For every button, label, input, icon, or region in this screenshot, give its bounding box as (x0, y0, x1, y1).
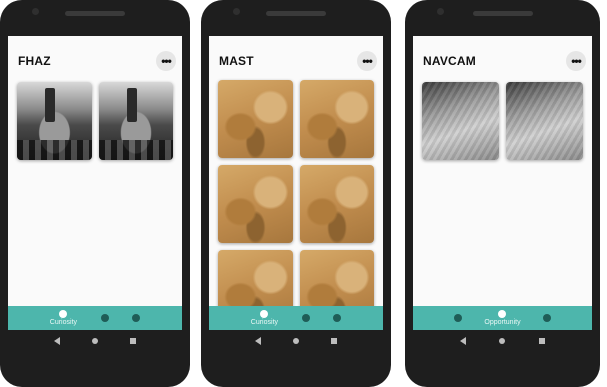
photo-thumbnail[interactable] (218, 80, 293, 158)
nav-item-opportunity[interactable] (100, 314, 109, 322)
page-title: FHAZ (18, 54, 51, 68)
app-screen: NAVCAM ••• Opportunity (413, 36, 592, 330)
rover-icon (100, 314, 109, 322)
page-title: MAST (219, 54, 254, 68)
speaker-grille (266, 11, 326, 16)
rover-icon (59, 310, 68, 318)
nav-item-label: Curiosity (49, 319, 78, 326)
nav-item-curiosity[interactable]: Curiosity (50, 310, 77, 326)
more-options-button[interactable]: ••• (357, 51, 377, 71)
photo-grid (218, 80, 374, 328)
phone-frame-fhaz: FHAZ ••• Curiosity (0, 0, 190, 387)
home-icon[interactable] (293, 338, 299, 344)
photo-thumbnail[interactable] (299, 165, 374, 243)
photo-thumbnail[interactable] (218, 165, 293, 243)
app-header: MAST ••• (219, 50, 377, 72)
home-icon[interactable] (499, 338, 506, 344)
front-camera-icon (437, 8, 444, 15)
photo-grid (422, 82, 583, 160)
recent-apps-icon[interactable] (539, 338, 546, 344)
home-icon[interactable] (92, 338, 98, 344)
recent-apps-icon[interactable] (130, 338, 136, 344)
photo-thumbnail[interactable] (422, 82, 499, 160)
phone-frame-navcam: NAVCAM ••• Opportunity (405, 0, 600, 387)
rover-icon (454, 314, 463, 322)
bottom-navigation: Opportunity (413, 306, 592, 330)
recent-apps-icon[interactable] (331, 338, 337, 344)
front-camera-icon (32, 8, 39, 15)
bottom-navigation: Curiosity (209, 306, 383, 330)
phone-frame-mast: MAST ••• Curiosity (201, 0, 391, 387)
nav-item-spirit[interactable] (542, 314, 551, 322)
more-options-button[interactable]: ••• (566, 51, 586, 71)
system-navigation-bar (413, 330, 592, 352)
rover-icon (542, 314, 551, 322)
nav-item-spirit[interactable] (333, 314, 342, 322)
photo-thumbnail[interactable] (299, 80, 374, 158)
nav-item-opportunity[interactable]: Opportunity (484, 310, 521, 326)
back-icon[interactable] (54, 337, 60, 345)
photo-grid (17, 82, 173, 160)
bottom-navigation: Curiosity (8, 306, 182, 330)
rover-icon (260, 310, 269, 318)
rover-icon (301, 314, 310, 322)
speaker-grille (65, 11, 125, 16)
nav-item-curiosity[interactable] (454, 314, 463, 322)
photo-thumbnail[interactable] (98, 82, 173, 160)
nav-item-opportunity[interactable] (301, 314, 310, 322)
front-camera-icon (233, 8, 240, 15)
nav-item-label: Curiosity (250, 319, 279, 326)
app-header: FHAZ ••• (18, 50, 176, 72)
nav-item-spirit[interactable] (132, 314, 141, 322)
rover-icon (333, 314, 342, 322)
app-screen: FHAZ ••• Curiosity (8, 36, 182, 330)
back-icon[interactable] (255, 337, 261, 345)
speaker-grille (472, 11, 533, 16)
page-title: NAVCAM (423, 54, 476, 68)
system-navigation-bar (8, 330, 182, 352)
back-icon[interactable] (459, 337, 466, 345)
rover-icon (132, 314, 141, 322)
app-header: NAVCAM ••• (423, 50, 586, 72)
more-options-button[interactable]: ••• (156, 51, 176, 71)
nav-item-curiosity[interactable]: Curiosity (251, 310, 278, 326)
photo-thumbnail[interactable] (506, 82, 583, 160)
system-navigation-bar (209, 330, 383, 352)
photo-thumbnail[interactable] (17, 82, 92, 160)
app-screen: MAST ••• Curiosity (209, 36, 383, 330)
rover-icon (498, 310, 507, 318)
nav-item-label: Opportunity (484, 319, 521, 326)
